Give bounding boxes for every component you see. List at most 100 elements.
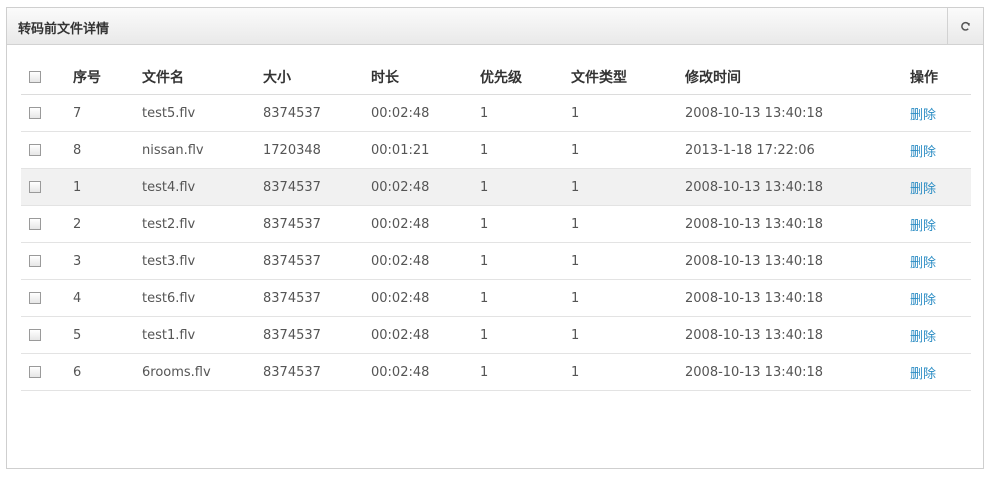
row-select-cell (21, 131, 73, 169)
file-priority: 1 (480, 131, 571, 169)
row-number: 5 (73, 316, 142, 354)
table-body: 7 test5.flv 8374537 00:02:48 1 1 2008-10-13 13… (21, 94, 971, 391)
file-type: 1 (571, 279, 685, 317)
file-priority: 1 (480, 279, 571, 317)
row-number: 8 (73, 131, 142, 169)
row-checkbox[interactable] (29, 107, 41, 119)
file-duration: 00:02:48 (371, 279, 480, 317)
row-checkbox[interactable] (29, 144, 41, 156)
file-priority: 1 (480, 205, 571, 243)
file-table: 序号 文件名 大小 时长 优先级 文件类型 修改时间 操作 7 test5.flv… (21, 59, 971, 391)
file-name: test6.flv (142, 279, 263, 317)
file-type: 1 (571, 353, 685, 391)
delete-link[interactable]: 删除 (910, 367, 936, 382)
select-all-checkbox[interactable] (29, 70, 41, 83)
file-type: 1 (571, 242, 685, 280)
row-number: 4 (73, 279, 142, 317)
delete-link[interactable]: 删除 (910, 330, 936, 345)
modified-time: 2008-10-13 13:40:18 (685, 316, 910, 354)
file-size: 8374537 (263, 168, 371, 206)
delete-link[interactable]: 删除 (910, 182, 936, 197)
row-number: 2 (73, 205, 142, 243)
row-select-cell (21, 94, 73, 132)
row-action-cell: 删除 (910, 279, 971, 317)
header-modified-time: 修改时间 (685, 59, 910, 95)
delete-link[interactable]: 删除 (910, 108, 936, 123)
row-action-cell: 删除 (910, 242, 971, 280)
header-filetype: 文件类型 (571, 59, 685, 95)
file-name: nissan.flv (142, 131, 263, 169)
file-type: 1 (571, 316, 685, 354)
modified-time: 2008-10-13 13:40:18 (685, 353, 910, 391)
row-select-cell (21, 279, 73, 317)
file-duration: 00:01:21 (371, 131, 480, 169)
row-select-cell (21, 205, 73, 243)
row-action-cell: 删除 (910, 316, 971, 354)
file-priority: 1 (480, 353, 571, 391)
row-action-cell: 删除 (910, 131, 971, 169)
row-checkbox[interactable] (29, 255, 41, 267)
table-row: 8 nissan.flv 1720348 00:01:21 1 1 2013-1-18 17… (21, 131, 971, 169)
file-duration: 00:02:48 (371, 94, 480, 132)
delete-link[interactable]: 删除 (910, 145, 936, 160)
row-checkbox[interactable] (29, 181, 41, 193)
row-number: 3 (73, 242, 142, 280)
table-header-row: 序号 文件名 大小 时长 优先级 文件类型 修改时间 操作 (21, 59, 971, 95)
file-priority: 1 (480, 242, 571, 280)
file-duration: 00:02:48 (371, 316, 480, 354)
modified-time: 2008-10-13 13:40:18 (685, 94, 910, 132)
header-priority: 优先级 (480, 59, 571, 95)
delete-link[interactable]: 删除 (910, 293, 936, 308)
row-checkbox[interactable] (29, 329, 41, 341)
delete-link[interactable]: 删除 (910, 256, 936, 271)
modified-time: 2008-10-13 13:40:18 (685, 279, 910, 317)
row-select-cell (21, 168, 73, 206)
row-action-cell: 删除 (910, 168, 971, 206)
row-checkbox[interactable] (29, 366, 41, 378)
table-row: 1 test4.flv 8374537 00:02:48 1 1 2008-10-13 13… (21, 168, 971, 206)
file-size: 8374537 (263, 353, 371, 391)
file-name: 6rooms.flv (142, 353, 263, 391)
file-priority: 1 (480, 316, 571, 354)
row-action-cell: 删除 (910, 94, 971, 132)
header-action: 操作 (910, 59, 971, 95)
refresh-icon (961, 21, 970, 31)
row-select-cell (21, 316, 73, 354)
file-type: 1 (571, 94, 685, 132)
delete-link[interactable]: 删除 (910, 219, 936, 234)
file-priority: 1 (480, 94, 571, 132)
header-filename: 文件名 (142, 59, 263, 95)
row-checkbox[interactable] (29, 292, 41, 304)
file-name: test1.flv (142, 316, 263, 354)
row-number: 7 (73, 94, 142, 132)
row-checkbox[interactable] (29, 218, 41, 230)
file-size: 8374537 (263, 279, 371, 317)
file-size: 8374537 (263, 94, 371, 132)
file-size: 8374537 (263, 242, 371, 280)
row-action-cell: 删除 (910, 353, 971, 391)
file-name: test2.flv (142, 205, 263, 243)
header-number: 序号 (73, 59, 142, 95)
file-duration: 00:02:48 (371, 168, 480, 206)
file-duration: 00:02:48 (371, 353, 480, 391)
file-type: 1 (571, 168, 685, 206)
row-select-cell (21, 353, 73, 391)
row-number: 6 (73, 353, 142, 391)
table-row: 4 test6.flv 8374537 00:02:48 1 1 2008-10-13 13… (21, 279, 971, 317)
file-size: 8374537 (263, 205, 371, 243)
refresh-button[interactable] (947, 8, 983, 44)
row-select-cell (21, 242, 73, 280)
panel-header: 转码前文件详情 (7, 8, 983, 45)
table-row: 6 6rooms.flv 8374537 00:02:48 1 1 2008-10-13 1… (21, 353, 971, 391)
file-name: test3.flv (142, 242, 263, 280)
header-select-all-cell (21, 59, 73, 95)
panel-title: 转码前文件详情 (18, 22, 110, 37)
table-row: 7 test5.flv 8374537 00:02:48 1 1 2008-10-13 13… (21, 94, 971, 132)
file-size: 8374537 (263, 316, 371, 354)
file-type: 1 (571, 205, 685, 243)
modified-time: 2008-10-13 13:40:18 (685, 168, 910, 206)
file-duration: 00:02:48 (371, 205, 480, 243)
row-action-cell: 删除 (910, 205, 971, 243)
row-number: 1 (73, 168, 142, 206)
file-name: test4.flv (142, 168, 263, 206)
